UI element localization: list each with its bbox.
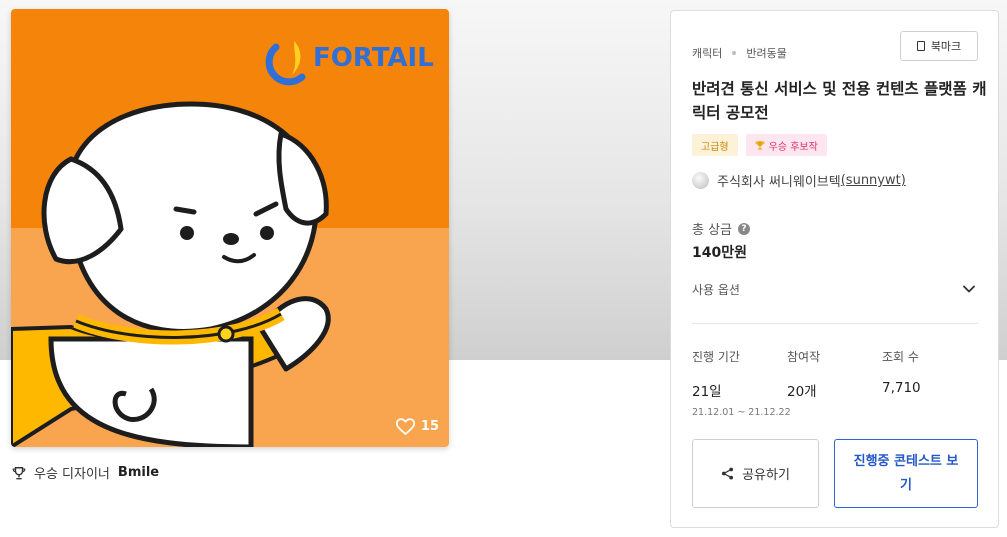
stat-views: 조회 수 7,710 <box>882 348 921 396</box>
winning-artwork[interactable]: FORTAIL 15 <box>11 9 449 447</box>
chevron-down-icon <box>963 285 975 293</box>
character-illustration: FORTAIL <box>11 9 449 447</box>
stat-period-value: 21일 <box>692 384 722 400</box>
bookmark-button[interactable]: 북마크 <box>900 31 978 61</box>
host-avatar <box>692 172 709 189</box>
contest-title: 반려견 통신 서비스 및 전용 컨텐츠 플랫폼 캐릭터 공모전 <box>692 80 987 122</box>
share-icon <box>722 467 734 480</box>
help-icon[interactable]: ? <box>738 222 751 235</box>
breadcrumb-category[interactable]: 캐릭터 <box>692 45 722 61</box>
prize-label-text: 총 상금 <box>692 223 733 238</box>
contest-info-panel: 캐릭터 반려동물 북마크 반려견 통신 서비스 및 전용 컨텐츠 플랫폼 캐릭터… <box>670 10 999 528</box>
breadcrumb-separator <box>732 51 737 55</box>
share-label: 공유하기 <box>742 468 790 483</box>
stat-period: 진행 기간 21일 21.12.01 ~ 21.12.22 <box>692 348 791 418</box>
stat-participants: 참여작 20개 <box>787 348 820 400</box>
ongoing-contests-button[interactable]: 진행중 콘테스트 보기 <box>834 439 978 508</box>
prize-label: 총 상금 ? <box>692 219 751 238</box>
like-count: 15 <box>420 419 439 434</box>
prize-value: 140만원 <box>692 245 747 261</box>
winner-label: 우승 디자이너 <box>34 467 110 482</box>
svg-text:FORTAIL: FORTAIL <box>313 43 434 73</box>
stat-period-label: 진행 기간 <box>692 350 740 364</box>
host-name: 주식회사 써니웨이브텍 <box>717 175 841 190</box>
breadcrumb-subcategory[interactable]: 반려동물 <box>746 45 786 61</box>
stat-participants-value: 20개 <box>787 384 817 400</box>
host-info[interactable]: 주식회사 써니웨이브텍 (sunnywt) <box>692 171 906 190</box>
breadcrumb: 캐릭터 반려동물 <box>692 45 787 61</box>
winner-name[interactable]: Bmile <box>118 465 159 480</box>
bookmark-icon <box>916 41 925 51</box>
trophy-icon <box>12 466 26 479</box>
stat-views-label: 조회 수 <box>882 350 919 364</box>
ongoing-contests-label: 진행중 콘테스트 보기 <box>853 453 959 493</box>
award-badge-label: 우승 후보작 <box>768 141 818 153</box>
stat-participants-label: 참여작 <box>787 350 821 364</box>
stat-views-value: 7,710 <box>882 380 921 396</box>
host-handle[interactable]: (sunnywt) <box>841 173 906 188</box>
like-counter[interactable]: 15 <box>395 418 439 435</box>
premium-badge: 고급형 <box>692 134 738 156</box>
trophy-icon <box>755 141 765 150</box>
badge-list: 고급형 우승 후보작 <box>692 134 827 156</box>
usage-options-label: 사용 옵션 <box>692 282 740 297</box>
winner-info: 우승 디자이너 Bmile <box>12 463 159 482</box>
bookmark-label: 북마크 <box>930 40 962 53</box>
divider <box>692 323 978 324</box>
stat-period-range: 21.12.01 ~ 21.12.22 <box>692 407 791 418</box>
share-button[interactable]: 공유하기 <box>692 439 819 508</box>
heart-icon <box>395 418 415 435</box>
premium-badge-label: 고급형 <box>701 141 729 153</box>
award-badge: 우승 후보작 <box>745 134 827 156</box>
usage-options-toggle[interactable]: 사용 옵션 <box>692 278 978 300</box>
